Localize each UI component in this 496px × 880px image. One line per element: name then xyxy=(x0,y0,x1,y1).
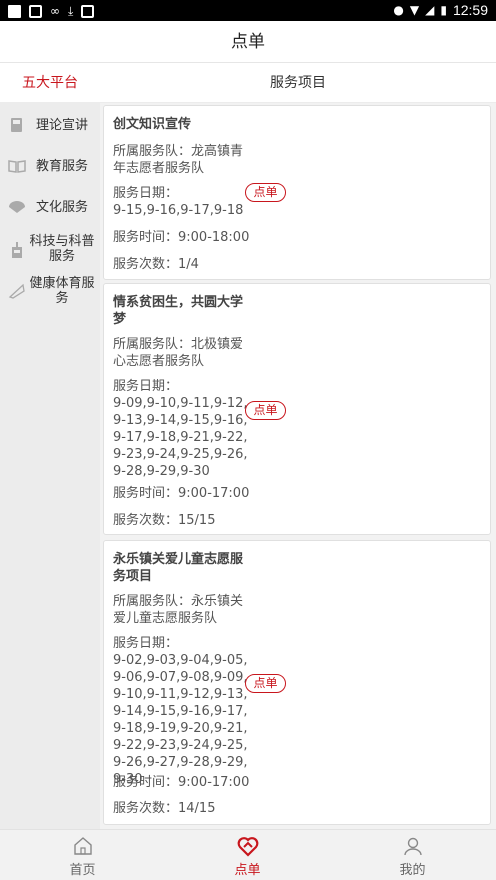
wifi-icon: ▼ xyxy=(409,3,420,17)
service-time: 服务时间：9:00-17:00 xyxy=(113,486,250,501)
service-list: 创文知识宣传 所属服务队：龙高镇青年志愿者服务队 服务日期： 9-15,9-16… xyxy=(100,103,496,829)
page-title: 点单 xyxy=(0,21,496,63)
sidebar-item-theory[interactable]: 理论宣讲 xyxy=(0,105,100,145)
sidebar-item-culture[interactable]: 文化服务 xyxy=(0,187,100,227)
status-notifications: ∞ ⤓ xyxy=(8,3,95,19)
fan-icon xyxy=(8,199,26,215)
sidebar: 理论宣讲 教育服务 文化服务 科技与科普服务 健康体育服务 xyxy=(0,103,100,829)
service-card: 情系贫困生，共圆大学梦 所属服务队：北极镇爱心志愿者服务队 服务日期： 9-09… xyxy=(103,283,491,535)
tab-order[interactable]: 点单 xyxy=(165,830,330,880)
status-bar: ∞ ⤓ ● ▼ ◢ ▮ 12:59 xyxy=(0,0,496,21)
service-tab[interactable]: 服务项目 xyxy=(100,63,496,103)
service-count: 服务次数：1/4 xyxy=(113,257,199,272)
download-icon: ⤓ xyxy=(68,4,74,18)
sidebar-item-label: 理论宣讲 xyxy=(35,117,88,133)
tab-label: 我的 xyxy=(399,863,426,878)
building-icon xyxy=(8,241,26,258)
signal-icon: ◢ xyxy=(425,3,435,17)
service-time: 服务时间：9:00-18:00 xyxy=(113,230,250,245)
service-card: 永乐镇关爱儿童志愿服务项目 所属服务队：永乐镇关爱儿童志愿服务队 服务日期： 9… xyxy=(103,540,491,825)
status-time: 12:59 xyxy=(452,2,488,18)
service-dates: 9-15,9-16,9-17,9-18 xyxy=(113,203,244,218)
status-system: ● ▼ ◢ ▮ 12:59 xyxy=(393,2,488,18)
open-book-icon xyxy=(8,158,26,174)
tab-mine[interactable]: 我的 xyxy=(330,830,495,880)
megaphone-icon xyxy=(8,283,26,299)
service-card: 创文知识宣传 所属服务队：龙高镇青年志愿者服务队 服务日期： 9-15,9-16… xyxy=(103,105,491,280)
sidebar-item-label: 健康体育服务 xyxy=(29,276,95,306)
tab-home[interactable]: 首页 xyxy=(0,830,165,880)
sub-header: 五大平台 服务项目 xyxy=(0,63,496,103)
location-icon: ● xyxy=(393,3,404,17)
service-time: 服务时间：9:00-17:00 xyxy=(113,775,250,790)
photo-icon xyxy=(81,4,95,18)
order-button[interactable]: 点单 xyxy=(245,401,286,420)
service-dates-label: 服务日期： xyxy=(113,379,179,394)
platform-tab[interactable]: 五大平台 xyxy=(0,63,100,103)
battery-icon: ▮ xyxy=(440,3,447,17)
service-dates: 9-02,9-03,9-04,9-05,9-06,9-07,9-08,9-09,… xyxy=(113,653,248,787)
sidebar-item-health[interactable]: 健康体育服务 xyxy=(0,271,100,311)
service-title: 创文知识宣传 xyxy=(113,117,192,132)
tab-label: 首页 xyxy=(69,863,96,878)
service-title: 永乐镇关爱儿童志愿服务项目 xyxy=(113,552,244,584)
service-team: 所属服务队：永乐镇关爱儿童志愿服务队 xyxy=(113,594,244,626)
service-dates: 9-09,9-10,9-11,9-12,9-13,9-14,9-15,9-16,… xyxy=(113,396,248,479)
service-count: 服务次数：14/15 xyxy=(113,801,216,816)
tab-label: 点单 xyxy=(234,863,261,878)
order-button[interactable]: 点单 xyxy=(245,183,286,202)
user-icon xyxy=(402,835,424,857)
qr-icon xyxy=(29,4,42,18)
sidebar-item-label: 文化服务 xyxy=(35,199,88,215)
service-count: 服务次数：15/15 xyxy=(113,513,216,528)
service-dates-label: 服务日期： xyxy=(113,636,179,651)
order-button[interactable]: 点单 xyxy=(245,674,286,693)
infinity-icon: ∞ xyxy=(50,4,60,18)
service-team: 所属服务队：龙高镇青年志愿者服务队 xyxy=(113,144,244,176)
sidebar-item-education[interactable]: 教育服务 xyxy=(0,146,100,186)
service-dates-label: 服务日期： xyxy=(113,186,179,201)
book-icon xyxy=(8,117,26,133)
sidebar-item-science[interactable]: 科技与科普服务 xyxy=(0,229,100,269)
sidebar-item-label: 科技与科普服务 xyxy=(29,234,95,264)
notification-square-icon xyxy=(8,4,21,18)
bottom-tab-bar: 首页 点单 我的 xyxy=(0,829,496,880)
heart-order-icon xyxy=(237,835,259,857)
sidebar-item-label: 教育服务 xyxy=(35,158,88,174)
home-icon xyxy=(72,835,94,857)
service-team: 所属服务队：北极镇爱心志愿者服务队 xyxy=(113,337,244,369)
service-title: 情系贫困生，共圆大学梦 xyxy=(113,295,244,327)
